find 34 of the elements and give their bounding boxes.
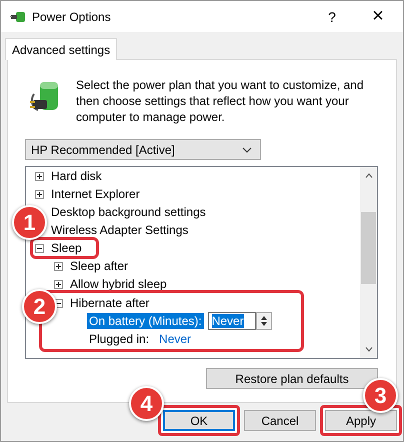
tree-item[interactable]: Wireless Adapter Settings — [51, 223, 188, 237]
setting-value-link[interactable]: Never — [159, 332, 192, 346]
tree-item[interactable]: Allow hybrid sleep — [70, 277, 167, 291]
tree-item[interactable]: Hibernate after — [70, 296, 150, 310]
tree-item[interactable]: Desktop background settings — [51, 205, 206, 219]
expander-icon[interactable] — [35, 244, 44, 252]
tree-item[interactable]: Hard disk — [51, 169, 102, 183]
spin-buttons[interactable] — [256, 312, 272, 330]
dialog-button[interactable]: Apply — [325, 410, 397, 431]
help-button[interactable]: ? — [310, 2, 354, 32]
power-plan-dropdown[interactable]: HP Recommended [Active] — [25, 139, 261, 160]
scrollbar-thumb[interactable] — [361, 212, 376, 284]
chevron-down-icon — [242, 146, 252, 152]
close-button[interactable]: × — [356, 2, 400, 32]
scrollbar[interactable] — [360, 167, 377, 358]
scroll-down-icon[interactable] — [364, 347, 372, 352]
expander-icon[interactable] — [54, 262, 63, 270]
tab[interactable]: Advanced settings — [5, 38, 118, 60]
scroll-up-icon[interactable] — [364, 173, 372, 178]
tree-item[interactable]: Internet Explorer — [51, 187, 140, 201]
description-text: Select the power plan that you want to customize, and then choose settings that reflect how you want your computer to manage power. — [76, 77, 365, 125]
spin-arrows-icon — [260, 315, 268, 327]
expander-icon[interactable] — [35, 172, 44, 180]
tree-item[interactable]: Sleep after — [70, 259, 128, 273]
expander-icon[interactable] — [35, 190, 44, 198]
setting-label[interactable]: On battery (Minutes): — [87, 313, 204, 329]
dialog-button[interactable]: OK — [163, 410, 235, 431]
dialog-button[interactable]: Cancel — [244, 410, 316, 431]
restore-defaults-button[interactable]: Restore plan defaults — [206, 368, 378, 389]
window-title: Power Options — [32, 10, 112, 24]
minutes-field[interactable]: Never — [208, 312, 256, 330]
setting-label[interactable]: Plugged in: — [87, 331, 152, 347]
tree-item[interactable]: Sleep — [51, 241, 82, 255]
expander-icon[interactable] — [54, 280, 63, 288]
